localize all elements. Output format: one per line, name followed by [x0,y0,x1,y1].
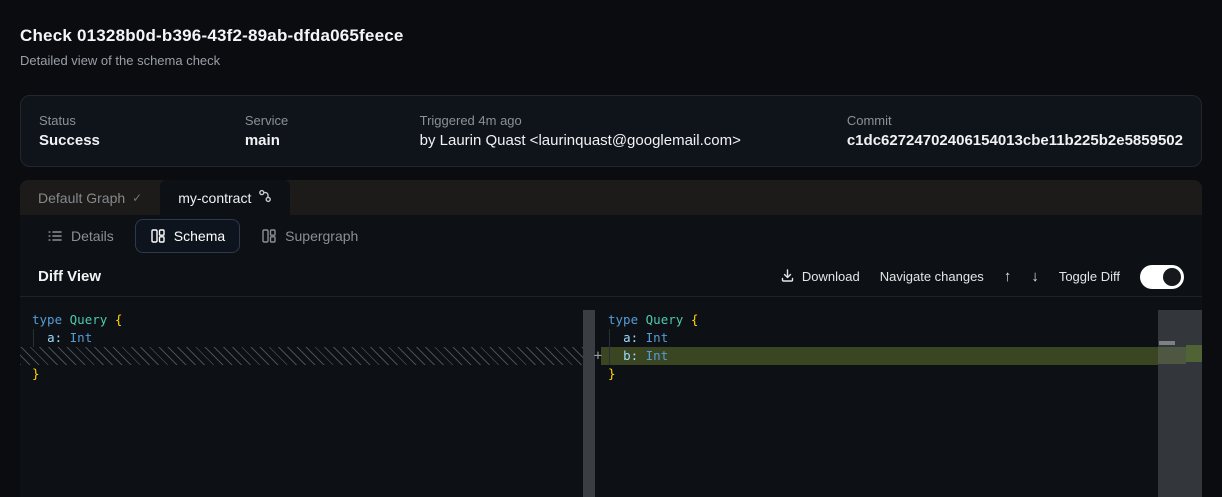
added-line-plus-gutter: + [594,347,602,365]
triggered-value: by Laurin Quast <laurinquast@googlemail.… [420,132,847,149]
toggle-diff-switch[interactable] [1140,265,1184,289]
page-subtitle: Detailed view of the schema check [20,53,220,68]
code-line: b: Int [601,347,1172,365]
status-field: Status Success [39,113,245,149]
check-summary-card: Status Success Service main Triggered 4m… [20,95,1202,167]
code-line: type Query { [608,311,1202,329]
arrow-down-icon: ↓ [1031,268,1039,285]
ruler-added-mark [1186,345,1202,362]
status-value: Success [39,132,245,149]
tab-my-contract[interactable]: my-contract [160,180,290,215]
code-line: type Query { [32,311,595,329]
view-tab-bar: Details Schema [20,215,1202,257]
indent-guide [33,329,34,347]
code-line: } [32,365,595,383]
tab-default-graph-label: Default Graph [38,190,125,206]
triggered-label: Triggered 4m ago [420,113,847,128]
commit-field: Commit c1dc62724702406154013cbe11b225b2e… [847,113,1183,149]
toggle-diff-group: Toggle Diff [1059,269,1120,284]
next-change-button[interactable]: ↓ [1031,268,1039,285]
service-label: Service [245,113,420,128]
tab-schema[interactable]: Schema [135,219,240,253]
download-label: Download [802,269,860,284]
list-icon [47,228,63,244]
diff-gap-line [20,347,595,365]
page-title: Check 01328b0d-b396-43f2-89ab-dfda065fee… [20,26,404,46]
scrollbar-slider[interactable] [1159,341,1175,345]
service-field: Service main [245,113,420,149]
columns-icon [261,228,277,244]
diff-left-pane[interactable]: type Query { a: Int} [20,297,595,497]
arrow-up-icon: ↑ [1004,268,1012,285]
toggle-diff-label: Toggle Diff [1059,269,1120,284]
fork-icon [258,189,272,206]
commit-label: Commit [847,113,1183,128]
graph-tab-strip: Default Graph ✓ my-contract [20,180,1202,215]
ruler-line-tint [1158,347,1186,364]
download-button[interactable]: Download [780,268,860,286]
toggle-knob [1163,268,1181,286]
check-icon: ✓ [132,191,142,205]
previous-change-button[interactable]: ↑ [1004,268,1012,285]
tab-default-graph[interactable]: Default Graph ✓ [20,180,160,215]
diff-editor: type Query { a: Int} type Query { a: Int… [20,297,1202,497]
code-line: a: Int [608,329,1202,347]
indent-guide [609,329,610,365]
tab-details-label: Details [71,228,114,244]
columns-icon [150,228,166,244]
tab-supergraph-label: Supergraph [285,228,358,244]
diff-right-pane[interactable]: type Query { a: Int b: Int} [595,297,1202,497]
status-label: Status [39,113,245,128]
diff-toolbar: Diff View Download Navigate changes ↑ [20,257,1202,297]
code-line: a: Int [32,329,595,347]
code-line: } [608,365,1202,383]
commit-value: c1dc62724702406154013cbe11b225b2e5859502 [847,132,1183,149]
service-value: main [245,132,420,149]
tab-details[interactable]: Details [32,219,129,253]
tab-supergraph[interactable]: Supergraph [246,219,373,253]
left-scrollbar[interactable] [583,310,595,497]
schema-check-page: Check 01328b0d-b396-43f2-89ab-dfda065fee… [0,0,1222,497]
tab-my-contract-label: my-contract [178,190,251,206]
navigate-changes-label: Navigate changes [880,269,984,284]
tab-schema-label: Schema [174,228,225,244]
triggered-field: Triggered 4m ago by Laurin Quast <laurin… [420,113,847,149]
check-detail-panel: Details Schema [20,215,1202,497]
navigate-changes-button[interactable]: Navigate changes [880,269,984,284]
download-icon [780,268,795,286]
diff-view-title: Diff View [38,268,101,285]
right-scrollbar[interactable] [1158,310,1202,497]
diff-controls: Download Navigate changes ↑ ↓ Toggle Dif… [780,265,1184,289]
